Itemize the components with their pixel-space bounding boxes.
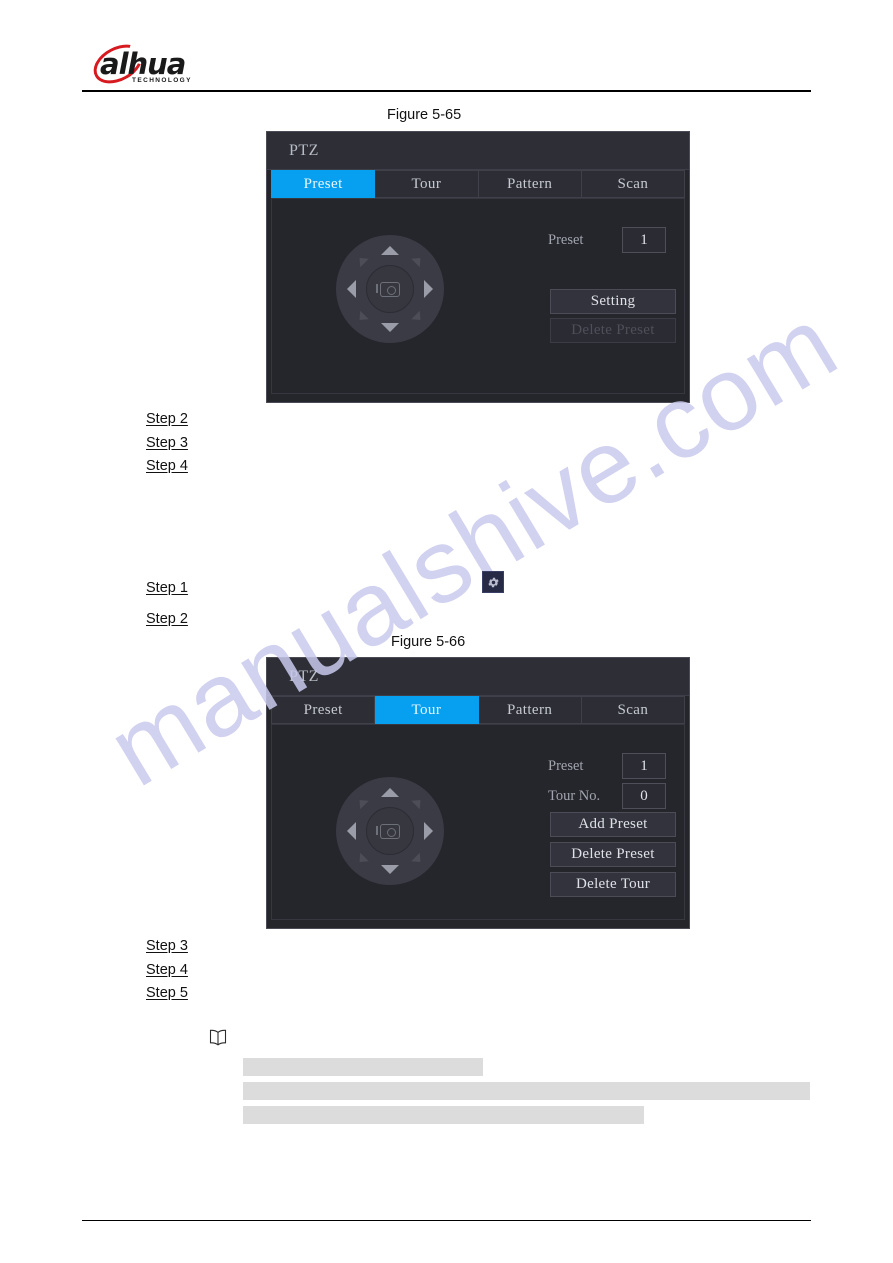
ptz-dpad-icon-2[interactable] — [336, 777, 444, 885]
step-label-3a: Step 3 — [146, 435, 188, 451]
preset-field-row-2: Preset 1 — [548, 753, 666, 779]
redacted-text-line-3 — [243, 1106, 644, 1124]
dpad-up-left-icon[interactable] — [355, 253, 369, 268]
dpad-up-icon[interactable] — [381, 246, 399, 255]
redacted-text-line-1 — [243, 1058, 483, 1076]
ptz-tab-bar[interactable]: Preset Tour Pattern Scan — [267, 170, 689, 198]
tab-preset-2[interactable]: Preset — [271, 696, 376, 724]
delete-tour-button[interactable]: Delete Tour — [550, 872, 676, 897]
dpad-down-icon[interactable] — [381, 323, 399, 332]
step-label-3c: Step 3 — [146, 938, 188, 954]
dpad-down-right-icon-2[interactable] — [411, 852, 425, 867]
tab-tour[interactable]: Tour — [375, 170, 479, 198]
ptz-dialog-preset[interactable]: PTZ Preset Tour Pattern Scan Preset 1 Se… — [266, 131, 690, 403]
logo-tagline: TECHNOLOGY — [132, 77, 192, 84]
ptz-panel-body-2: Preset 1 Tour No. 0 Add Preset Delete Pr… — [271, 724, 685, 920]
dpad-left-icon[interactable] — [347, 280, 356, 298]
step-label-1b: Step 1 — [146, 580, 188, 596]
figure-caption-566: Figure 5-66 — [391, 634, 466, 650]
preset-field-row: Preset 1 — [548, 227, 666, 253]
tour-no-input[interactable]: 0 — [622, 783, 666, 809]
dpad-down-icon-2[interactable] — [381, 865, 399, 874]
header-rule — [82, 90, 811, 92]
ptz-dpad-icon[interactable] — [336, 235, 444, 343]
ptz-titlebar-2: PTZ — [267, 658, 689, 696]
tab-preset[interactable]: Preset — [271, 170, 376, 198]
ptz-panel-body: Preset 1 Setting Delete Preset — [271, 198, 685, 394]
dahua-logo: alhua TECHNOLOGY — [87, 36, 210, 92]
dpad-left-icon-2[interactable] — [347, 822, 356, 840]
preset-label-2: Preset — [548, 757, 584, 774]
open-book-icon — [206, 1028, 230, 1053]
ptz-dialog-title-2: PTZ — [289, 667, 319, 685]
dpad-down-right-icon[interactable] — [411, 310, 425, 325]
dpad-right-icon[interactable] — [424, 280, 433, 298]
dpad-up-icon-2[interactable] — [381, 788, 399, 797]
dpad-down-left-icon[interactable] — [355, 310, 369, 325]
preset-input[interactable]: 1 — [622, 227, 666, 253]
preset-label: Preset — [548, 231, 584, 248]
delete-preset-button-2[interactable]: Delete Preset — [550, 842, 676, 867]
footer-rule — [82, 1220, 811, 1221]
step-label-4a: Step 4 — [146, 458, 188, 474]
tab-tour-2[interactable]: Tour — [375, 696, 479, 724]
figure-caption-565: Figure 5-65 — [387, 107, 462, 123]
tab-pattern-2[interactable]: Pattern — [478, 696, 582, 724]
dpad-right-icon-2[interactable] — [424, 822, 433, 840]
delete-preset-button: Delete Preset — [550, 318, 676, 343]
ptz-dialog-title: PTZ — [289, 141, 319, 159]
setting-button[interactable]: Setting — [550, 289, 676, 314]
logo-wordmark: alhua — [100, 47, 186, 81]
camera-zoom-icon[interactable] — [366, 265, 414, 313]
tour-no-field-row: Tour No. 0 — [548, 783, 666, 809]
gear-icon[interactable] — [482, 571, 504, 593]
ptz-titlebar: PTZ — [267, 132, 689, 170]
dpad-up-left-icon-2[interactable] — [355, 795, 369, 810]
step-label-2a: Step 2 — [146, 411, 188, 427]
add-preset-button[interactable]: Add Preset — [550, 812, 676, 837]
tab-scan[interactable]: Scan — [581, 170, 685, 198]
step-label-5c: Step 5 — [146, 985, 188, 1001]
tab-pattern[interactable]: Pattern — [478, 170, 582, 198]
ptz-dialog-tour[interactable]: PTZ Preset Tour Pattern Scan Preset 1 To… — [266, 657, 690, 929]
camera-zoom-icon-2[interactable] — [366, 807, 414, 855]
page-header: alhua TECHNOLOGY — [0, 0, 893, 95]
tour-no-label: Tour No. — [548, 787, 601, 804]
dpad-down-left-icon-2[interactable] — [355, 852, 369, 867]
preset-input-2[interactable]: 1 — [622, 753, 666, 779]
dpad-up-right-icon-2[interactable] — [411, 795, 425, 810]
ptz-tab-bar-2[interactable]: Preset Tour Pattern Scan — [267, 696, 689, 724]
dpad-up-right-icon[interactable] — [411, 253, 425, 268]
step-label-4c: Step 4 — [146, 962, 188, 978]
step-label-2b: Step 2 — [146, 611, 188, 627]
tab-scan-2[interactable]: Scan — [581, 696, 685, 724]
redacted-text-line-2 — [243, 1082, 810, 1100]
